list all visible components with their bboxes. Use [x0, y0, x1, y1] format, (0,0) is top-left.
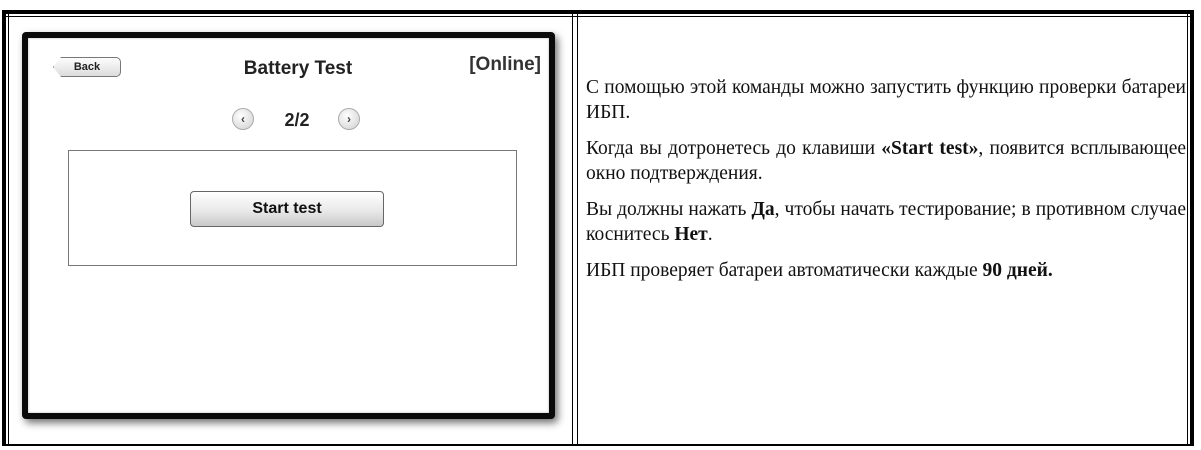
- yes-key-name: Да: [751, 199, 775, 220]
- start-test-key-name: «Start test»: [881, 138, 979, 159]
- interval-days: 90 дней.: [982, 260, 1053, 281]
- column-divider: [572, 14, 578, 444]
- paragraph-4-text: ИБП проверяет батареи автоматически кажд…: [586, 260, 983, 281]
- start-test-button[interactable]: Start test: [190, 191, 384, 227]
- content-panel: Start test: [68, 150, 517, 266]
- chevron-right-icon[interactable]: ›: [338, 108, 360, 130]
- description: С помощью этой команды можно запустить ф…: [586, 75, 1186, 294]
- description-paragraph-3: Вы должны нажать Да, чтобы начать тестир…: [586, 197, 1186, 247]
- description-paragraph-1: С помощью этой команды можно запустить ф…: [586, 75, 1186, 125]
- page-indicator: 2/2: [284, 110, 310, 130]
- screen-title: Battery Test: [243, 58, 353, 79]
- frame-inner-line-right: [1187, 14, 1188, 444]
- frame-inner-line-left: [8, 14, 9, 444]
- description-paragraph-4: ИБП проверяет батареи автоматически кажд…: [586, 258, 1186, 283]
- back-button[interactable]: Back: [53, 57, 121, 77]
- status-text: [Online]: [469, 54, 541, 75]
- paragraph-3-text-a: Вы должны нажать: [586, 199, 752, 220]
- pager: ‹ 2/2 ›: [232, 108, 362, 132]
- paragraph-2-text-a: Когда вы дотронетесь до клавиши: [586, 138, 882, 159]
- paragraph-1-text: С помощью этой команды можно запустить ф…: [586, 77, 1186, 123]
- description-paragraph-2: Когда вы дотронетесь до клавиши «Start t…: [586, 136, 1186, 186]
- frame-inner-line-top: [6, 16, 1190, 17]
- paragraph-3-text-c: .: [707, 224, 713, 245]
- device-screen: Back Battery Test [Online] ‹ 2/2 › Start…: [22, 32, 555, 419]
- chevron-left-icon[interactable]: ‹: [232, 108, 254, 130]
- no-key-name: Нет: [674, 224, 708, 245]
